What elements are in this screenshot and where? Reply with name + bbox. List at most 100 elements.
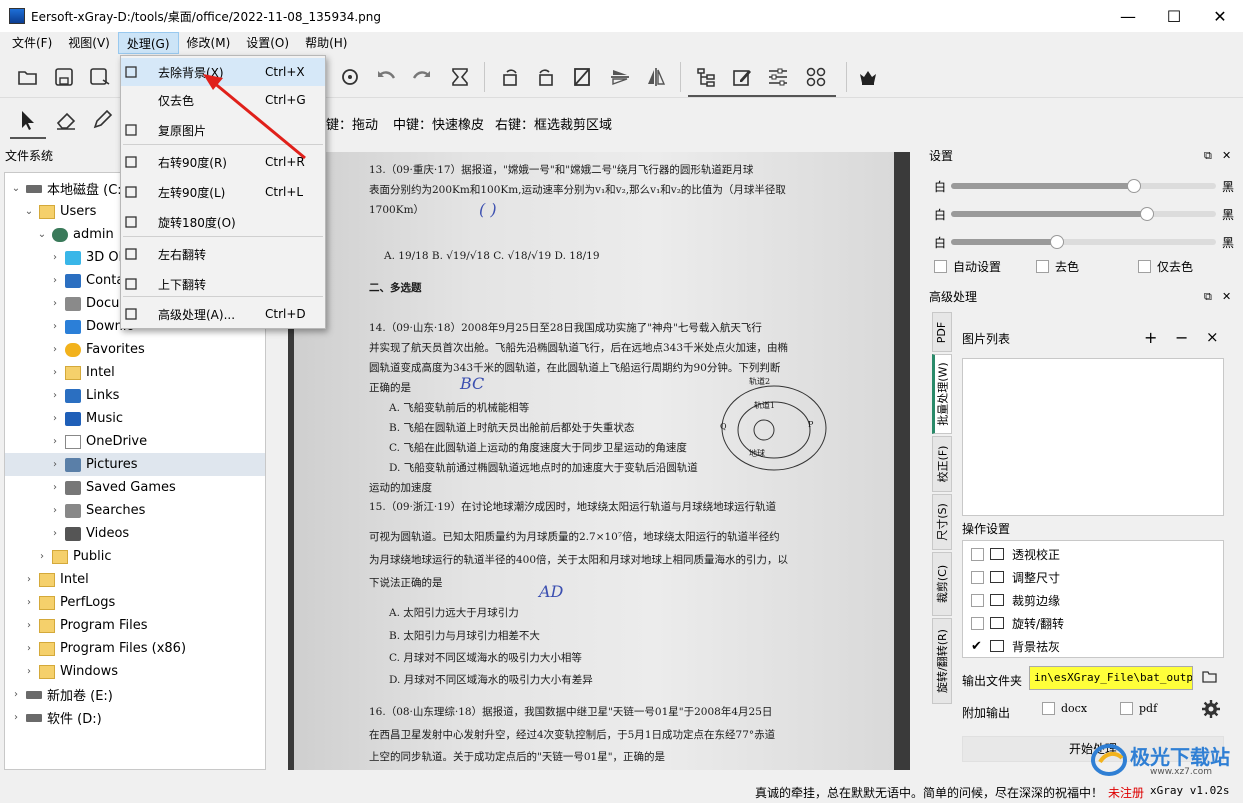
tree-item[interactable]: › Intel — [5, 361, 265, 384]
add-image-button[interactable]: + — [1144, 328, 1157, 347]
image-list[interactable] — [962, 358, 1224, 516]
checkbox[interactable] — [1138, 260, 1151, 273]
chevron-right-icon[interactable]: › — [22, 643, 36, 654]
tree-item[interactable]: › Saved Games — [5, 476, 265, 499]
float-icon[interactable]: ⧉ — [1204, 146, 1212, 166]
checkbox[interactable] — [1120, 702, 1133, 715]
tree-item[interactable]: › Public — [5, 545, 265, 568]
chevron-right-icon[interactable]: › — [35, 551, 49, 562]
menu-modify[interactable]: 修改(M) — [179, 32, 239, 54]
flip-horizontal-icon[interactable] — [642, 63, 670, 91]
settings-checkbox[interactable]: 仅去色 — [1138, 258, 1193, 275]
menu-item[interactable]: 高级处理(A)... Ctrl+D — [121, 300, 325, 328]
chevron-right-icon[interactable]: › — [48, 390, 62, 401]
chevron-down-icon[interactable]: ⌄ — [9, 183, 23, 194]
advanced-grid-icon[interactable] — [802, 63, 830, 91]
menu-help[interactable]: 帮助(H) — [297, 32, 355, 54]
tab-size[interactable]: 尺寸(S) — [932, 494, 952, 550]
chevron-right-icon[interactable]: › — [22, 574, 36, 585]
tree-item[interactable]: › 软件 (D:) — [5, 706, 265, 729]
chevron-right-icon[interactable]: › — [48, 528, 62, 539]
tree-item[interactable]: › Windows — [5, 660, 265, 683]
image-canvas[interactable]: 13.（09·重庆·17）据报道，"嫦娥一号"和"嫦娥二号"绕月飞行器的圆形轨道… — [288, 152, 910, 770]
menu-item[interactable]: 左右翻转 — [121, 240, 325, 268]
chevron-down-icon[interactable]: ⌄ — [22, 206, 36, 217]
eraser-icon[interactable] — [52, 106, 80, 134]
hourglass-icon[interactable] — [446, 63, 474, 91]
op-item[interactable]: 透视校正 — [971, 543, 1060, 565]
panel-close-icon[interactable]: ✕ — [1222, 287, 1231, 307]
save-icon[interactable] — [50, 63, 78, 91]
rotate-180-icon[interactable] — [568, 63, 596, 91]
tree-item[interactable]: › Intel — [5, 568, 265, 591]
maximize-button[interactable]: ☐ — [1151, 0, 1197, 32]
checkbox[interactable] — [1042, 702, 1055, 715]
chevron-right-icon[interactable]: › — [9, 712, 23, 723]
undo-icon[interactable] — [372, 63, 400, 91]
settings-checkbox[interactable]: 自动设置 — [934, 258, 1001, 275]
checkbox[interactable] — [1036, 260, 1049, 273]
menu-view[interactable]: 视图(V) — [60, 32, 118, 54]
op-item[interactable]: 裁剪边缘 — [971, 589, 1060, 611]
settings-sliders-icon[interactable] — [764, 63, 792, 91]
tab-crop[interactable]: 裁剪(C) — [932, 552, 952, 616]
restore-icon[interactable] — [336, 63, 364, 91]
pointer-icon[interactable] — [14, 106, 42, 134]
tree-item[interactable]: › Videos — [5, 522, 265, 545]
chevron-right-icon[interactable]: › — [48, 367, 62, 378]
chevron-right-icon[interactable]: › — [48, 321, 62, 332]
slider-handle[interactable] — [1126, 179, 1141, 193]
menu-item[interactable]: 上下翻转 — [121, 270, 325, 298]
tab-rotate-flip[interactable]: 旋转/翻转(R) — [932, 618, 952, 704]
menu-item[interactable]: 旋转180度(O) — [121, 208, 325, 236]
checkbox[interactable] — [971, 616, 984, 630]
flip-vertical-icon[interactable] — [606, 63, 634, 91]
save-as-icon[interactable] — [86, 63, 114, 91]
chevron-right-icon[interactable]: › — [48, 482, 62, 493]
tab-pdf[interactable]: PDF — [932, 312, 952, 352]
remove-image-button[interactable]: − — [1175, 328, 1188, 347]
chevron-right-icon[interactable]: › — [22, 620, 36, 631]
float-icon[interactable]: ⧉ — [1204, 287, 1212, 307]
redo-icon[interactable] — [408, 63, 436, 91]
menu-settings[interactable]: 设置(O) — [238, 32, 297, 54]
pdf-checkbox[interactable]: pdf — [1120, 702, 1157, 715]
checkbox[interactable]: ✔ — [971, 640, 984, 653]
chevron-down-icon[interactable]: ⌄ — [35, 229, 49, 240]
panel-close-icon[interactable]: ✕ — [1222, 146, 1231, 166]
tree-item[interactable]: › OneDrive — [5, 430, 265, 453]
browse-folder-icon[interactable] — [1202, 668, 1218, 687]
tree-item[interactable]: › Favorites — [5, 338, 265, 361]
slider-handle[interactable] — [1140, 207, 1155, 221]
edit-image-icon[interactable] — [728, 63, 756, 91]
tree-item[interactable]: › Program Files — [5, 614, 265, 637]
chevron-right-icon[interactable]: › — [48, 298, 62, 309]
chevron-right-icon[interactable]: › — [22, 597, 36, 608]
chevron-right-icon[interactable]: › — [48, 436, 62, 447]
pencil-icon[interactable] — [88, 106, 116, 134]
op-item[interactable]: 旋转/翻转 — [971, 612, 1064, 634]
gear-icon[interactable] — [1202, 700, 1220, 721]
tree-item[interactable]: › PerfLogs — [5, 591, 265, 614]
tree-item[interactable]: › Pictures — [5, 453, 265, 476]
slider-handle[interactable] — [1050, 235, 1064, 249]
checkbox[interactable] — [971, 593, 984, 607]
menu-file[interactable]: 文件(F) — [4, 32, 60, 54]
slider-track[interactable] — [951, 207, 1216, 221]
op-item[interactable]: ✔ 背景祛灰 — [971, 635, 1060, 657]
chevron-right-icon[interactable]: › — [48, 505, 62, 516]
menu-item[interactable]: 左转90度(L) Ctrl+L — [121, 178, 325, 206]
tree-item[interactable]: › 新加卷 (E:) — [5, 683, 265, 706]
clear-images-button[interactable]: × — [1206, 328, 1219, 346]
chevron-right-icon[interactable]: › — [48, 459, 62, 470]
checkbox[interactable] — [971, 547, 984, 561]
op-item[interactable]: 调整尺寸 — [971, 566, 1060, 588]
close-button[interactable]: ✕ — [1197, 0, 1243, 32]
tree-item[interactable]: › Searches — [5, 499, 265, 522]
tab-correct[interactable]: 校正(F) — [932, 436, 952, 492]
chevron-right-icon[interactable]: › — [22, 666, 36, 677]
chevron-right-icon[interactable]: › — [48, 413, 62, 424]
settings-checkbox[interactable]: 去色 — [1036, 258, 1079, 275]
open-folder-icon[interactable] — [14, 63, 42, 91]
output-folder-input[interactable]: in\esXGray_File\bat_output — [1029, 666, 1193, 690]
